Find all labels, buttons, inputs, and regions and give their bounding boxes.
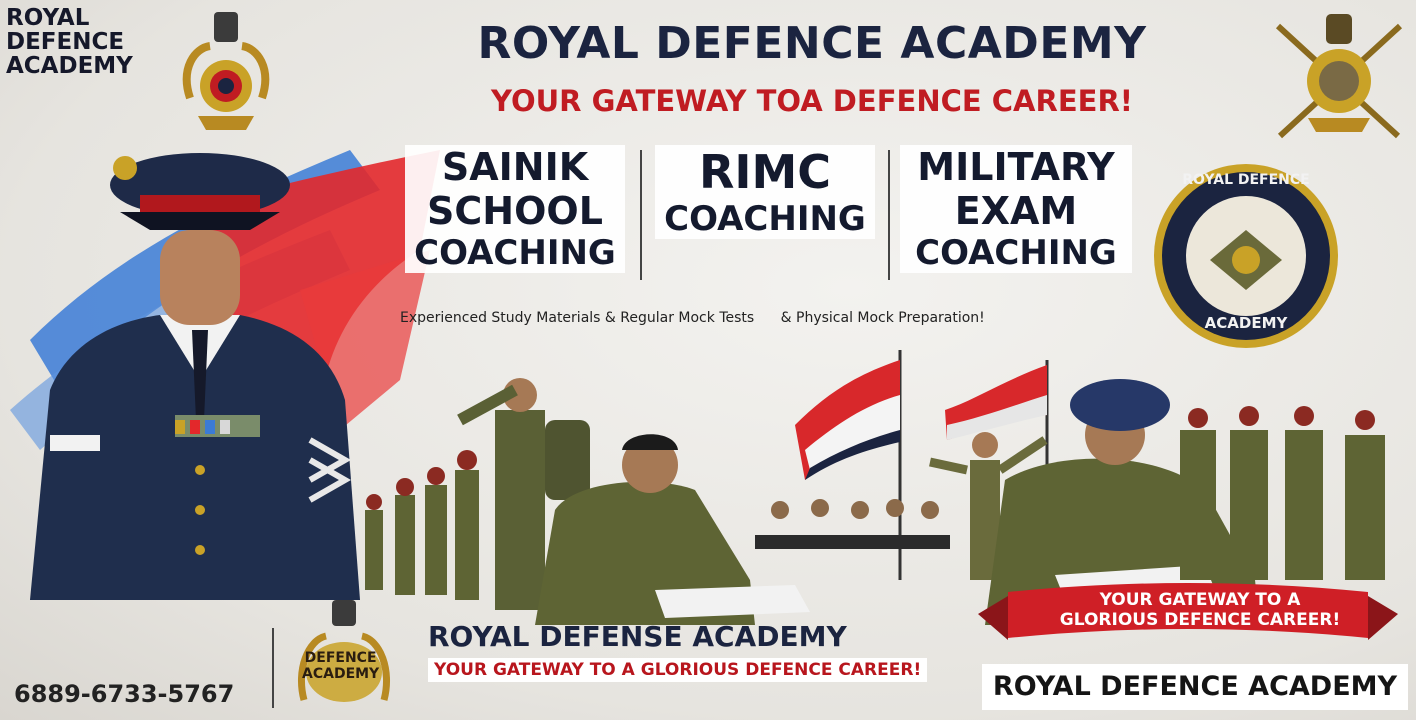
logo-line: ACADEMY [302, 666, 380, 682]
ribbon-text: YOUR GATEWAY TO A GLORIOUS DEFENCE CAREE… [1010, 590, 1390, 630]
divider [888, 150, 890, 280]
brand-line: ROYAL [6, 5, 90, 31]
banner: ROYAL DEFENCE ACADEMY ROYAL DEFENCE ACAD… [0, 0, 1416, 720]
crossed-swords-emblem-icon [1275, 14, 1403, 139]
service-line: COACHING [664, 199, 866, 239]
bottom-right-title: ROYAL DEFENCE ACADEMY [982, 664, 1408, 710]
bottom-title: ROYAL DEFENSE ACADEMY [428, 620, 847, 653]
divider [640, 150, 642, 280]
service-line: RIMC [698, 145, 832, 199]
main-subtitle: YOUR GATEWAY TOA DEFENCE CAREER! [490, 84, 1134, 118]
badge-bottom-text: ACADEMY [1204, 314, 1288, 332]
logo-line: DEFENCE [304, 650, 377, 666]
service-line: SCHOOL [427, 189, 603, 233]
feature-text: Experienced Study Materials & Regular Mo… [400, 310, 755, 326]
features-line: Experienced Study Materials & Regular Mo… [400, 310, 1007, 326]
ribbon-line: YOUR GATEWAY TO A [1099, 590, 1301, 610]
bottom-subtitle: YOUR GATEWAY TO A GLORIOUS DEFENCE CAREE… [428, 658, 928, 682]
service-line: SAINIK [441, 145, 589, 189]
service-line: COACHING [915, 233, 1117, 273]
feature-text: & Physical Mock Preparation! [780, 310, 985, 326]
logo-text: DEFENCE ACADEMY [302, 650, 379, 682]
brand-line: ACADEMY [6, 53, 133, 79]
service-line: COACHING [414, 233, 616, 273]
brand-text: ROYAL DEFENCE ACADEMY [6, 6, 133, 78]
ribbon-line: GLORIOUS DEFENCE CAREER! [1059, 610, 1341, 630]
service-sainik-school: SAINIK SCHOOL COACHING [405, 145, 625, 273]
brand-line: DEFENCE [6, 29, 125, 55]
emblem-icon [182, 12, 270, 130]
divider [272, 628, 274, 708]
service-military-exam: MILITARY EXAM COACHING [900, 145, 1132, 273]
officer-illustration [30, 153, 360, 600]
badge-top-text: ROYAL DEFENCE [1182, 172, 1310, 188]
service-line: MILITARY [917, 145, 1115, 189]
phone-number: 6889-6733-5767 [14, 680, 235, 708]
main-title: ROYAL DEFENCE ACADEMY [477, 18, 1147, 69]
service-rimc: RIMC COACHING [655, 145, 875, 239]
service-line: EXAM [954, 189, 1078, 233]
